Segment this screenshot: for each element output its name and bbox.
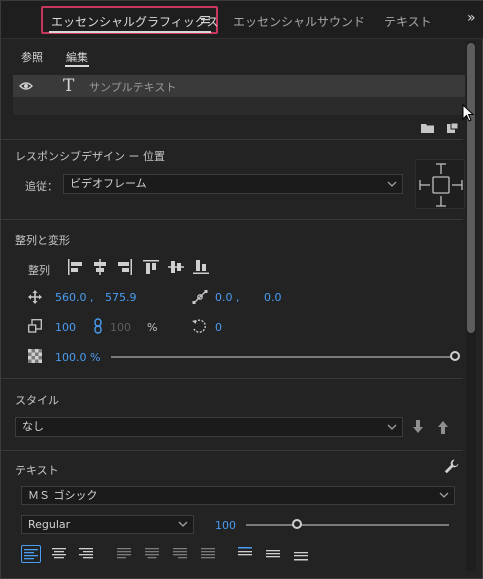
position-icon (28, 290, 42, 304)
text-section-title: テキスト (15, 464, 59, 477)
push-style-down-icon[interactable] (412, 420, 424, 434)
follow-dropdown-value: ビデオフレーム (70, 177, 147, 190)
justify-all-icon[interactable] (200, 546, 216, 560)
follow-dropdown[interactable]: ビデオフレーム (63, 174, 403, 194)
style-dropdown-value: なし (22, 420, 44, 433)
link-icon[interactable] (93, 318, 103, 334)
justify-last-left-icon[interactable] (116, 546, 132, 560)
follow-label: 追従： (25, 180, 58, 193)
essential-graphics-panel: エッセンシャルグラフィックス エッセンシャルサウンド テキスト » 参照 編集 … (0, 0, 483, 579)
layer-name: サンプルテキスト (89, 81, 177, 94)
anchor-y-value[interactable]: 0.0 (264, 291, 282, 304)
opacity-value[interactable]: 100.0 % (55, 351, 100, 364)
push-style-up-icon[interactable] (437, 420, 449, 434)
align-center-horizontal-icon[interactable] (92, 259, 108, 275)
chevron-down-icon (387, 418, 397, 436)
position-x-value[interactable]: 560.0 , (55, 291, 93, 304)
align-bottom-icon[interactable] (193, 259, 209, 275)
align-text-right-icon[interactable] (78, 546, 94, 560)
font-size-value[interactable]: 100 (215, 519, 236, 532)
subtab-edit[interactable]: 編集 (66, 49, 88, 65)
align-transform-title: 整列と変形 (15, 234, 70, 247)
align-text-bottom-icon[interactable] (293, 546, 309, 562)
font-style-dropdown[interactable]: Regular (21, 515, 194, 534)
align-text-middle-icon[interactable] (265, 546, 281, 560)
style-title: スタイル (15, 394, 59, 407)
scale-unit: % (147, 321, 158, 334)
subtab-browse[interactable]: 参照 (21, 49, 43, 65)
font-size-slider-track[interactable] (246, 524, 449, 526)
align-right-icon[interactable] (117, 259, 133, 275)
anchor-point-icon (192, 289, 208, 305)
scale-value[interactable]: 100 (55, 321, 76, 334)
chevron-down-icon (439, 487, 449, 504)
rotation-icon (191, 318, 209, 334)
layer-row[interactable]: T サンプルテキスト (13, 75, 465, 97)
anchor-x-value[interactable]: 0.0 , (215, 291, 240, 304)
wrench-icon[interactable] (444, 459, 459, 474)
panel-tab-bar: エッセンシャルグラフィックス エッセンシャルサウンド テキスト » (1, 1, 483, 39)
chevron-down-icon (178, 516, 188, 533)
divider (1, 139, 463, 140)
scrollbar-thumb[interactable] (467, 43, 475, 333)
responsive-design-title: レスポンシブデザイン ー 位置 (15, 150, 165, 163)
opacity-icon (28, 349, 42, 363)
align-text-top-icon[interactable] (237, 546, 253, 560)
align-left-icon[interactable] (67, 259, 83, 275)
tab-text[interactable]: テキスト (384, 13, 432, 30)
opacity-slider-track[interactable] (111, 356, 455, 358)
justify-last-center-icon[interactable] (144, 546, 160, 560)
pin-edges-icon (419, 163, 463, 207)
tab-essential-sound[interactable]: エッセンシャルサウンド (233, 13, 365, 30)
tab-overflow-icon[interactable]: » (467, 10, 476, 26)
align-text-center-icon[interactable] (51, 546, 67, 560)
new-folder-icon[interactable] (421, 123, 434, 133)
hamburger-icon[interactable] (201, 15, 210, 24)
layer-list-empty-area (13, 97, 465, 115)
divider (1, 450, 463, 451)
align-label: 整列 (28, 264, 50, 277)
font-family-value: ＭＳ ゴシック (28, 489, 98, 502)
opacity-slider-knob[interactable] (450, 351, 460, 361)
chevron-down-icon (387, 175, 397, 193)
rotation-value[interactable]: 0 (215, 321, 222, 334)
align-top-icon[interactable] (143, 259, 159, 275)
scale-icon (28, 319, 42, 333)
text-layer-icon: T (63, 76, 75, 96)
font-style-value: Regular (28, 518, 71, 531)
style-dropdown[interactable]: なし (15, 417, 403, 437)
align-text-left-button[interactable] (21, 545, 41, 563)
subtab-edit-underline (65, 65, 89, 67)
divider (1, 378, 463, 379)
align-center-vertical-icon[interactable] (168, 259, 184, 275)
divider (1, 219, 463, 220)
eye-icon[interactable] (19, 81, 33, 91)
active-tab-underline (49, 31, 211, 33)
justify-last-right-icon[interactable] (172, 546, 188, 560)
new-layer-icon[interactable] (447, 123, 458, 133)
tab-essential-graphics[interactable]: エッセンシャルグラフィックス (51, 13, 218, 30)
mouse-cursor-icon (462, 104, 474, 122)
font-size-slider-knob[interactable] (291, 519, 302, 529)
pin-to-edges-widget[interactable] (415, 159, 465, 209)
align-text-left-icon (24, 549, 38, 560)
font-family-dropdown[interactable]: ＭＳ ゴシック (21, 486, 455, 505)
scale-linked-value: 100 (110, 321, 131, 334)
position-y-value[interactable]: 575.9 (105, 291, 137, 304)
